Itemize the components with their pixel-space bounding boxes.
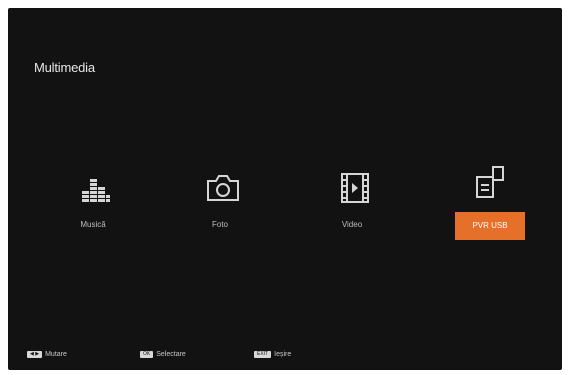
- usb-storage-icon: [470, 162, 510, 202]
- tv-screen: Multimedia Musică Foto Video PVR USB ◀ ▶…: [8, 8, 562, 370]
- music-equalizer-icon: [76, 168, 116, 208]
- page-title: Multimedia: [34, 60, 95, 75]
- menu-item-label: Video: [341, 220, 363, 229]
- video-film-icon: [335, 168, 375, 208]
- menu-item-label: PVR USB: [472, 221, 508, 230]
- ok-key-icon: OK: [140, 350, 154, 358]
- hint-label: Mutare: [45, 350, 67, 358]
- hint-move: ◀ ▶ Mutare: [27, 349, 67, 359]
- hint-exit: EXIT Ieșire: [254, 349, 291, 359]
- menu-item-music[interactable]: Musică: [41, 168, 151, 248]
- hint-select: OK Selectare: [140, 349, 186, 359]
- hint-label: Selectare: [156, 350, 186, 358]
- menu-item-pvr-usb[interactable]: PVR USB: [435, 166, 545, 248]
- hint-label: Ieșire: [274, 350, 292, 358]
- arrow-keys-icon: ◀ ▶: [27, 350, 43, 358]
- camera-icon: [203, 168, 243, 208]
- menu-item-label: Foto: [211, 220, 228, 229]
- menu-item-video[interactable]: Video: [300, 168, 410, 248]
- menu-item-label: Musică: [80, 220, 106, 229]
- exit-key-icon: EXIT: [254, 350, 272, 358]
- menu-item-photo[interactable]: Foto: [168, 168, 278, 248]
